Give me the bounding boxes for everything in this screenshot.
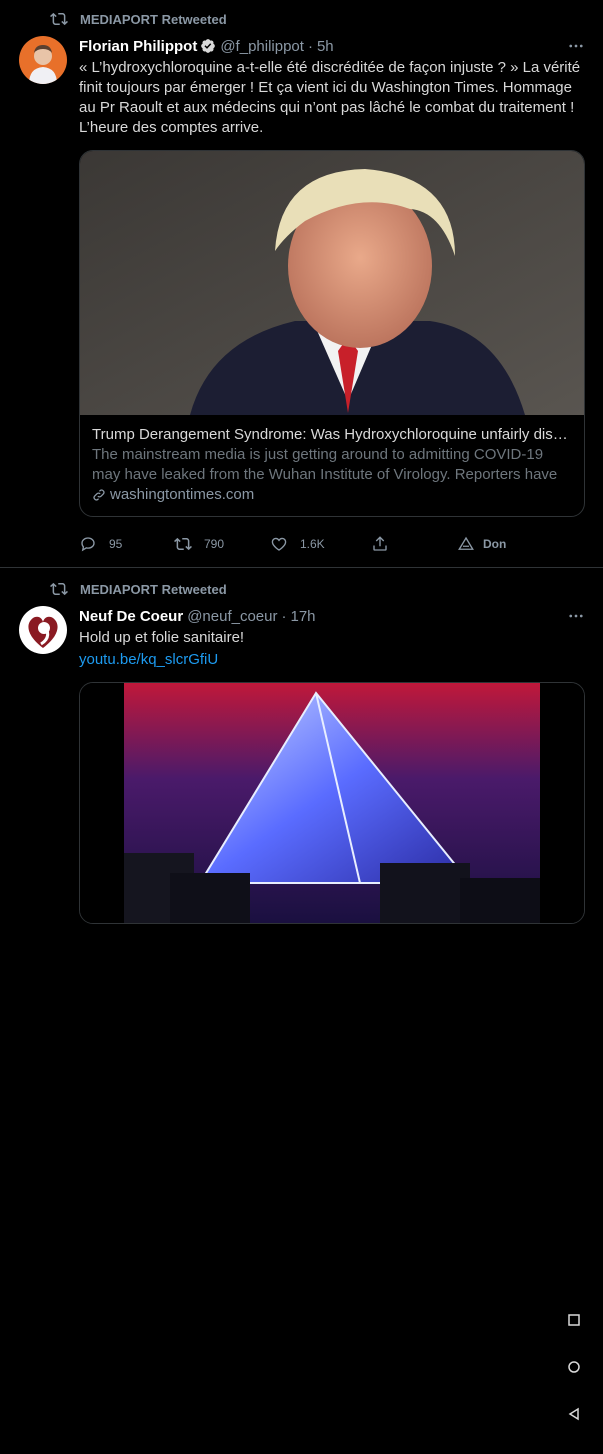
retweet-indicator: MEDIAPORT Retweeted xyxy=(0,578,603,600)
tweet-header: Neuf De Coeur @neuf_coeur · 17h xyxy=(79,606,585,626)
time-separator: · xyxy=(281,607,287,625)
verified-badge-icon xyxy=(201,39,216,53)
tweet-time[interactable]: 5h xyxy=(317,38,334,55)
card-domain: washingtontimes.com xyxy=(92,485,572,505)
card-title: Trump Derangement Syndrome: Was Hydroxyc… xyxy=(92,426,572,443)
more-options-icon[interactable] xyxy=(567,607,585,625)
retweet-icon xyxy=(50,582,68,596)
tip-button[interactable]: Don xyxy=(457,535,506,553)
author-handle[interactable]: @f_philippot xyxy=(220,38,304,55)
tip-icon xyxy=(458,536,474,550)
share-button[interactable] xyxy=(371,535,457,553)
retweet-label: MEDIAPORT Retweeted xyxy=(80,11,227,27)
share-icon xyxy=(373,536,387,551)
heart-icon xyxy=(271,537,287,551)
more-options-icon[interactable] xyxy=(567,37,585,55)
reply-icon xyxy=(81,537,95,552)
link-card[interactable]: Trump Derangement Syndrome: Was Hydroxyc… xyxy=(79,150,585,517)
reply-count: 95 xyxy=(109,537,123,551)
retweet-count: 790 xyxy=(204,537,225,551)
author-name[interactable]: Florian Philippot xyxy=(79,38,197,55)
tweet-actions: 95 790 1.6K Don xyxy=(79,529,585,559)
back-icon[interactable] xyxy=(567,1407,581,1421)
home-icon[interactable] xyxy=(567,1360,581,1374)
avatar[interactable] xyxy=(19,36,67,84)
tweet-divider xyxy=(0,567,603,568)
retweet-indicator: MEDIAPORT Retweeted xyxy=(0,8,603,30)
tweet-2[interactable]: MEDIAPORT Retweeted Neuf De Coeur @neuf_… xyxy=(0,578,603,1421)
tweet-link[interactable]: youtu.be/kq_slcrGfiU xyxy=(79,650,585,670)
tweet-text: Hold up et folie sanitaire! xyxy=(79,629,245,646)
tweet-text: « L’hydroxychloroquine a-t-elle été disc… xyxy=(79,59,581,136)
retweet-icon xyxy=(174,537,192,551)
reply-button[interactable]: 95 xyxy=(79,535,174,553)
video-card[interactable] xyxy=(79,682,585,924)
tweet-header: Florian Philippot @f_philippot · 5h xyxy=(79,36,585,56)
card-image xyxy=(80,151,584,415)
avatar[interactable] xyxy=(19,606,67,654)
retweet-icon xyxy=(50,12,68,26)
like-button[interactable]: 1.6K xyxy=(270,535,371,553)
retweet-label: MEDIAPORT Retweeted xyxy=(80,581,227,597)
recent-apps-icon[interactable] xyxy=(567,1313,581,1327)
link-icon xyxy=(93,489,105,501)
time-separator: · xyxy=(307,37,313,55)
tweet-1[interactable]: MEDIAPORT Retweeted Florian Philippot @f… xyxy=(0,8,603,568)
tweet-time[interactable]: 17h xyxy=(290,608,315,625)
author-name[interactable]: Neuf De Coeur xyxy=(79,608,183,625)
android-nav-bar xyxy=(563,1313,585,1454)
card-description: The mainstream media is just getting aro… xyxy=(92,446,558,483)
like-count: 1.6K xyxy=(300,537,325,551)
video-thumbnail xyxy=(80,683,584,923)
author-handle[interactable]: @neuf_coeur xyxy=(187,608,277,625)
retweet-button[interactable]: 790 xyxy=(174,535,270,553)
tip-label: Don xyxy=(483,537,507,551)
card-domain-text: washingtontimes.com xyxy=(110,486,255,503)
